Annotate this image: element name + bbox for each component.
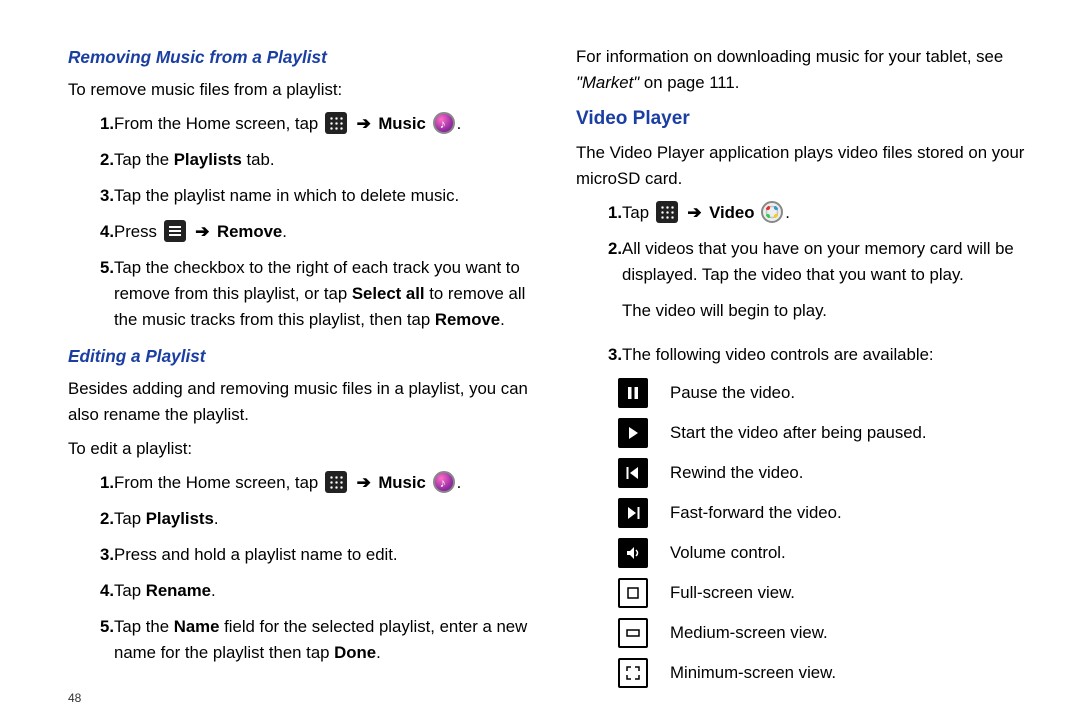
step-number: 3.	[68, 183, 114, 209]
editing-step-3: Press and hold a playlist name to edit.	[114, 542, 530, 568]
editing-steps: 1. From the Home screen, tap ➔ Music . 2…	[68, 470, 530, 666]
minimum-screen-icon	[618, 658, 648, 688]
play-icon	[618, 418, 648, 448]
control-rewind: Rewind the video.	[576, 458, 1038, 488]
left-column: Removing Music from a Playlist To remove…	[68, 40, 530, 690]
apps-icon	[325, 471, 347, 493]
fast-forward-icon	[618, 498, 648, 528]
removing-intro: To remove music files from a playlist:	[68, 77, 530, 103]
arrow-icon: ➔	[354, 473, 374, 492]
menu-icon	[164, 220, 186, 242]
medium-screen-icon	[618, 618, 648, 648]
removing-step-5: Tap the checkbox to the right of each tr…	[114, 255, 530, 333]
step-number: 1.	[68, 111, 114, 137]
control-minimum-screen: Minimum-screen view.	[576, 658, 1038, 688]
pause-icon	[618, 378, 648, 408]
step-number: 1.	[68, 470, 114, 496]
arrow-icon: ➔	[684, 203, 704, 222]
rewind-icon	[618, 458, 648, 488]
music-icon	[433, 112, 455, 134]
volume-icon	[618, 538, 648, 568]
video-step-1: Tap ➔ Video .	[622, 200, 1038, 226]
control-play: Start the video after being paused.	[576, 418, 1038, 448]
removing-step-2: Tap the Playlists tab.	[114, 147, 530, 173]
removing-step-4: Press ➔ Remove.	[114, 219, 530, 245]
editing-intro-1: Besides adding and removing music files …	[68, 376, 530, 428]
step-number: 4.	[68, 578, 114, 604]
control-full-screen: Full-screen view.	[576, 578, 1038, 608]
editing-step-1: From the Home screen, tap ➔ Music .	[114, 470, 530, 496]
video-step-2: All videos that you have on your memory …	[622, 236, 1038, 332]
step-number: 3.	[68, 542, 114, 568]
right-column: For information on downloading music for…	[576, 40, 1038, 690]
step-number: 1.	[576, 200, 622, 226]
heading-video-player: Video Player	[576, 104, 1038, 133]
removing-step-1: From the Home screen, tap ➔ Music .	[114, 111, 530, 137]
full-screen-icon	[618, 578, 648, 608]
editing-step-4: Tap Rename.	[114, 578, 530, 604]
page-number: 48	[68, 689, 81, 708]
step-number: 2.	[68, 506, 114, 532]
video-steps: 1. Tap ➔ Video . 2. All videos that you …	[576, 200, 1038, 368]
step-number: 3.	[576, 342, 622, 368]
control-medium-screen: Medium-screen view.	[576, 618, 1038, 648]
control-volume: Volume control.	[576, 538, 1038, 568]
step-number: 5.	[68, 255, 114, 281]
control-fast-forward: Fast-forward the video.	[576, 498, 1038, 528]
apps-icon	[656, 201, 678, 223]
download-info: For information on downloading music for…	[576, 44, 1038, 96]
removing-steps: 1. From the Home screen, tap ➔ Music . 2…	[68, 111, 530, 333]
editing-step-5: Tap the Name field for the selected play…	[114, 614, 530, 666]
apps-icon	[325, 112, 347, 134]
removing-step-3: Tap the playlist name in which to delete…	[114, 183, 530, 209]
editing-step-2: Tap Playlists.	[114, 506, 530, 532]
control-pause: Pause the video.	[576, 378, 1038, 408]
step-number: 2.	[576, 236, 622, 262]
heading-editing-playlist: Editing a Playlist	[68, 343, 530, 370]
video-icon	[761, 201, 783, 223]
step-number: 2.	[68, 147, 114, 173]
video-controls-list: Pause the video. Start the video after b…	[576, 378, 1038, 688]
heading-removing-music: Removing Music from a Playlist	[68, 44, 530, 71]
video-intro: The Video Player application plays video…	[576, 140, 1038, 192]
step-number: 4.	[68, 219, 114, 245]
step-number: 5.	[68, 614, 114, 640]
arrow-icon: ➔	[354, 114, 374, 133]
arrow-icon: ➔	[192, 222, 212, 241]
music-icon	[433, 471, 455, 493]
video-step-3: The following video controls are availab…	[622, 342, 1038, 368]
editing-intro-2: To edit a playlist:	[68, 436, 530, 462]
